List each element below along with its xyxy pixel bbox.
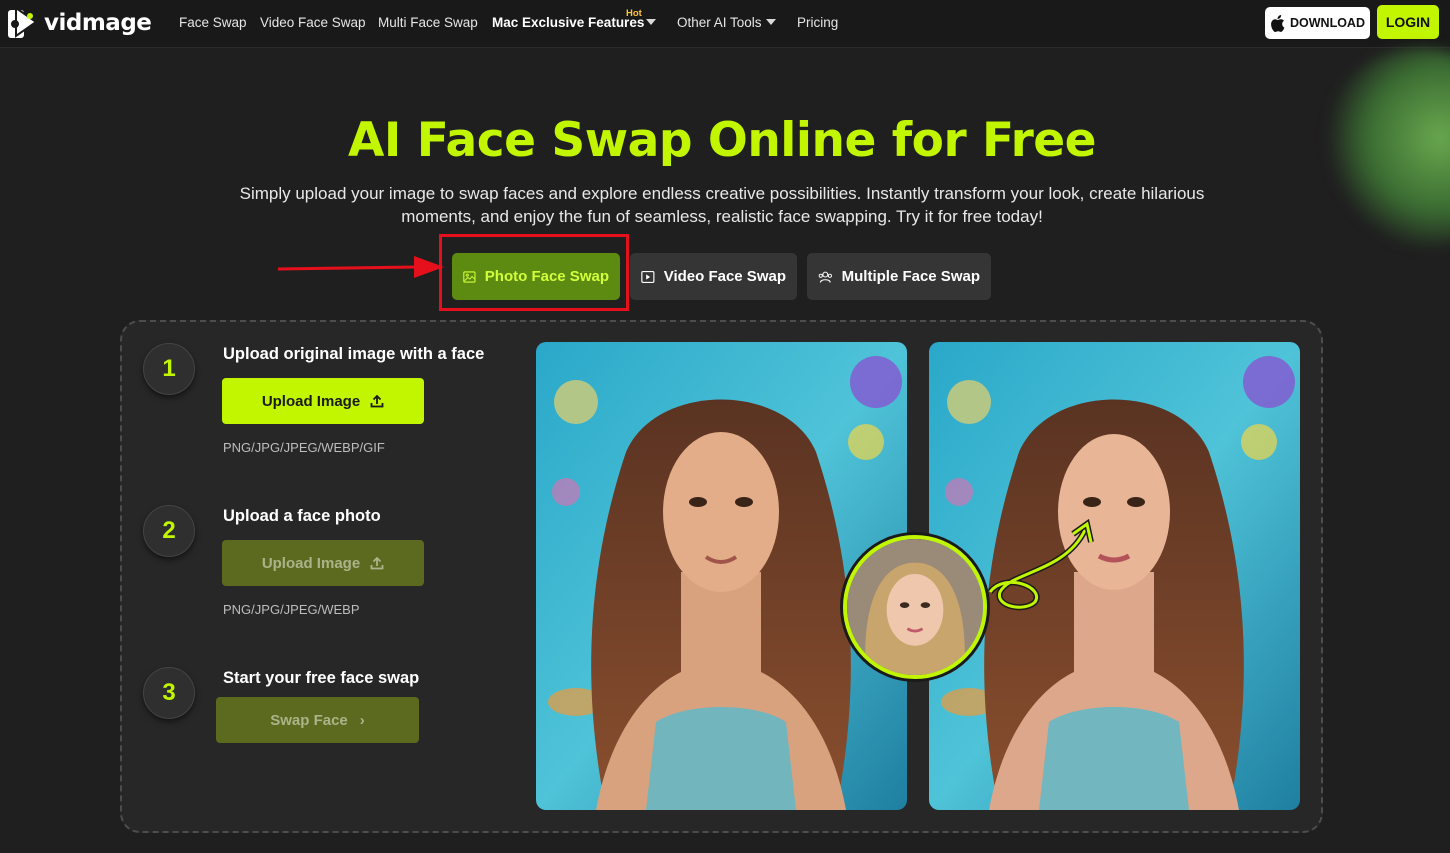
step-number: 2: [143, 505, 195, 557]
upload-icon: [370, 394, 384, 408]
nav-multi-face-swap[interactable]: Multi Face Swap: [378, 15, 478, 30]
chevron-down-icon[interactable]: [766, 19, 776, 25]
tab-label: Photo Face Swap: [484, 268, 609, 285]
nav-other-ai-tools[interactable]: Other AI Tools: [677, 15, 762, 30]
nav-face-swap[interactable]: Face Swap: [179, 15, 247, 30]
step-title: Upload original image with a face: [223, 345, 485, 363]
face-photo-example: [843, 535, 987, 679]
apple-icon: [1271, 14, 1285, 32]
upload-button-label: Upload Image: [261, 554, 361, 572]
tab-multiple-face-swap[interactable]: Multiple Face Swap: [807, 253, 991, 300]
supported-formats: PNG/JPG/JPEG/WEBP: [223, 602, 360, 617]
download-label: DOWNLOAD: [1290, 16, 1365, 30]
chevron-down-icon[interactable]: [646, 19, 656, 25]
nav-pricing[interactable]: Pricing: [797, 15, 838, 30]
hero-description: Simply upload your image to swap faces a…: [239, 184, 1205, 226]
login-button[interactable]: LOGIN: [1377, 5, 1439, 39]
logo[interactable]: vidmage: [6, 4, 152, 42]
tab-label: Video Face Swap: [663, 268, 786, 285]
upload-icon: [370, 556, 384, 570]
step-title: Upload a face photo: [223, 507, 381, 525]
chevron-right-icon: ›: [359, 711, 365, 729]
tab-photo-face-swap[interactable]: Photo Face Swap: [452, 253, 620, 300]
tab-video-face-swap[interactable]: Video Face Swap: [630, 253, 797, 300]
annotation-arrow-icon: [277, 256, 444, 278]
nav-mac-exclusive-features[interactable]: Mac Exclusive Features: [492, 15, 644, 30]
upload-button-label: Upload Image: [261, 392, 361, 410]
video-play-icon: [641, 270, 655, 283]
download-button[interactable]: DOWNLOAD: [1265, 7, 1370, 39]
swap-face-button[interactable]: Swap Face ›: [216, 697, 419, 743]
tab-label: Multiple Face Swap: [841, 268, 980, 285]
step-title: Start your free face swap: [223, 669, 420, 687]
top-nav: vidmage Face Swap Video Face Swap Multi …: [0, 0, 1450, 48]
logo-text: vidmage: [44, 10, 152, 36]
swap-button-label: Swap Face: [270, 711, 348, 729]
supported-formats: PNG/JPG/JPEG/WEBP/GIF: [223, 440, 385, 455]
vidmage-logo-icon: [8, 6, 38, 38]
step-number: 3: [143, 667, 195, 719]
result-image-example: [929, 342, 1300, 810]
users-icon: [818, 271, 832, 283]
nav-video-face-swap[interactable]: Video Face Swap: [260, 15, 366, 30]
step-number: 1: [143, 343, 195, 395]
image-icon: [463, 270, 476, 283]
page-title: AI Face Swap Online for Free: [347, 113, 1097, 168]
upload-original-image-button[interactable]: Upload Image: [222, 378, 424, 424]
upload-face-photo-button[interactable]: Upload Image: [222, 540, 424, 586]
